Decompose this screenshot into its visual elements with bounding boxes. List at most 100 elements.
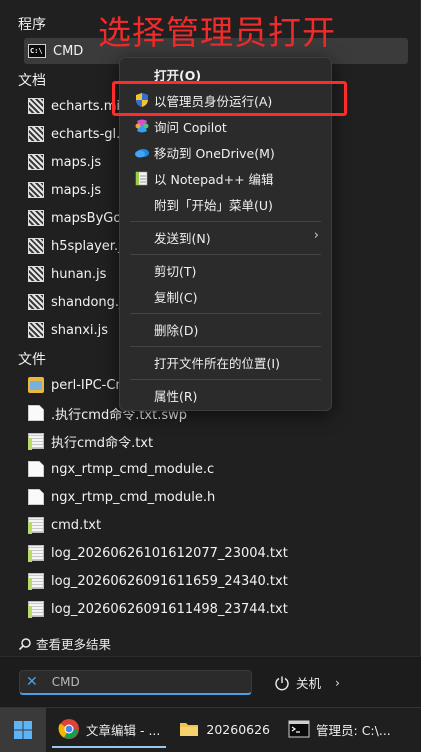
menu-item-cut[interactable]: 剪切(T) <box>124 258 329 282</box>
file-label: log_20260626091611659_24340.txt <box>51 573 288 589</box>
annotation-highlight-box <box>112 81 347 116</box>
folder-icon <box>180 723 199 736</box>
js-file-icon <box>28 238 44 254</box>
file-item[interactable]: ngx_rtmp_cmd_module.h <box>28 484 215 510</box>
document-item[interactable]: hunan.js <box>28 261 106 287</box>
power-icon <box>275 676 289 690</box>
text-file-icon <box>28 517 44 534</box>
start-button[interactable] <box>0 707 46 752</box>
menu-item-open-location[interactable]: 打开文件所在的位置(I) <box>124 350 329 374</box>
text-file-icon <box>28 601 44 618</box>
folder-icon <box>28 377 44 393</box>
taskbar: 文章编辑 - ... 20260626 管理员: C:\... <box>0 707 421 752</box>
menu-item-pin-start[interactable]: 附到「开始」菜单(U) <box>124 192 329 216</box>
copilot-icon <box>135 119 149 133</box>
menu-item-label: 打开文件所在的位置(I) <box>154 355 280 371</box>
document-item[interactable]: mapsByGoo <box>28 205 129 231</box>
file-label: 执行cmd命令.txt <box>51 435 154 451</box>
js-file-icon <box>28 154 44 170</box>
more-results-link[interactable]: 查看更多结果 <box>18 634 111 653</box>
file-item[interactable]: log_20260626091611498_23744.txt <box>28 596 288 622</box>
menu-separator <box>130 313 321 314</box>
taskbar-chrome[interactable]: 文章编辑 - ... <box>52 712 167 748</box>
document-label: shanxi.js <box>51 322 109 338</box>
document-label: maps.js <box>51 182 102 198</box>
document-item[interactable]: echarts-gl.m <box>28 121 133 147</box>
file-item[interactable]: log_20260626101612077_23004.txt <box>28 540 288 566</box>
menu-separator <box>130 254 321 255</box>
document-label: maps.js <box>51 154 102 170</box>
search-input[interactable] <box>51 675 202 689</box>
power-label: 关机 <box>296 676 322 691</box>
menu-item-copy[interactable]: 复制(C) <box>124 284 329 308</box>
document-item[interactable]: maps.js <box>28 177 101 203</box>
file-label: perl-IPC-Cm <box>51 377 129 393</box>
document-label: echarts.mi <box>51 98 120 114</box>
chevron-right-icon: › <box>313 228 319 243</box>
menu-separator <box>130 221 321 222</box>
menu-item-delete[interactable]: 删除(D) <box>124 317 329 341</box>
onedrive-cloud-icon <box>135 149 149 158</box>
file-icon <box>28 405 44 421</box>
menu-item-label: 移动到 OneDrive(M) <box>154 145 275 161</box>
file-item[interactable]: perl-IPC-Cm <box>28 372 128 398</box>
chrome-icon <box>58 719 79 739</box>
menu-item-label: 以 Notepad++ 编辑 <box>154 171 274 187</box>
document-label: hunan.js <box>51 266 107 282</box>
file-label: cmd.txt <box>51 517 102 533</box>
taskbar-chrome-label: 文章编辑 - ... <box>86 722 161 738</box>
menu-item-label: 询问 Copilot <box>154 119 227 135</box>
menu-item-send-to[interactable]: 发送到(N) › <box>124 225 329 249</box>
menu-item-label: 附到「开始」菜单(U) <box>154 197 273 213</box>
js-file-icon <box>28 98 44 114</box>
taskbar-folder[interactable]: 20260626 <box>172 712 276 748</box>
menu-item-label: 剪切(T) <box>154 263 197 279</box>
document-label: h5splayer.js <box>51 238 129 254</box>
taskbar-cmd-label: 管理员: C:\... <box>316 722 391 738</box>
taskbar-folder-label: 20260626 <box>206 721 271 737</box>
file-item[interactable]: log_20260626091611659_24340.txt <box>28 568 288 594</box>
chevron-right-icon[interactable]: › <box>335 675 340 690</box>
menu-item-label: 删除(D) <box>154 322 199 338</box>
notepad-plus-plus-icon <box>135 171 148 186</box>
document-item[interactable]: shanxi.js <box>28 317 108 343</box>
js-file-icon <box>28 322 44 338</box>
file-label: ngx_rtmp_cmd_module.h <box>51 489 216 505</box>
menu-item-edit-notepad[interactable]: 以 Notepad++ 编辑 <box>124 166 329 190</box>
file-item[interactable]: ngx_rtmp_cmd_module.c <box>28 456 214 482</box>
document-item[interactable]: shandong.js <box>28 289 129 315</box>
file-icon <box>28 489 44 505</box>
menu-item-label: 复制(C) <box>154 289 198 305</box>
document-item[interactable]: maps.js <box>28 149 101 175</box>
search-box[interactable]: ✕ <box>19 670 252 695</box>
search-icon <box>18 637 31 650</box>
more-results-label: 查看更多结果 <box>36 637 112 652</box>
document-label: shandong.js <box>51 294 130 310</box>
menu-separator <box>130 379 321 380</box>
js-file-icon <box>28 182 44 198</box>
menu-separator <box>130 346 321 347</box>
file-item[interactable]: 执行cmd命令.txt <box>28 428 153 454</box>
file-label: log_20260626091611498_23744.txt <box>51 601 288 617</box>
menu-item-ask-copilot[interactable]: 询问 Copilot <box>124 114 329 138</box>
menu-item-label: 属性(R) <box>154 388 198 404</box>
text-file-icon <box>28 573 44 590</box>
document-item[interactable]: echarts.mi <box>28 93 120 119</box>
document-label: mapsByGoo <box>51 210 130 226</box>
menu-item-properties[interactable]: 属性(R) <box>124 383 329 407</box>
cmd-icon: C:\ <box>28 44 46 58</box>
section-programs-header: 程序 <box>18 17 46 33</box>
file-item[interactable]: cmd.txt <box>28 512 101 538</box>
cmd-icon <box>288 720 310 738</box>
windows-logo-icon <box>14 721 32 739</box>
document-item[interactable]: h5splayer.js <box>28 233 128 259</box>
section-files-header: 文件 <box>18 352 46 368</box>
menu-item-move-onedrive[interactable]: 移动到 OneDrive(M) <box>124 140 329 164</box>
annotation-banner: 选择管理员打开 <box>98 13 336 52</box>
section-documents-header: 文档 <box>18 73 46 89</box>
text-file-icon <box>28 433 44 450</box>
program-item-label: CMD <box>53 43 84 59</box>
taskbar-cmd[interactable]: 管理员: C:\... <box>282 712 397 748</box>
power-button[interactable]: 关机 › <box>264 668 352 697</box>
close-icon[interactable]: ✕ <box>26 674 38 690</box>
